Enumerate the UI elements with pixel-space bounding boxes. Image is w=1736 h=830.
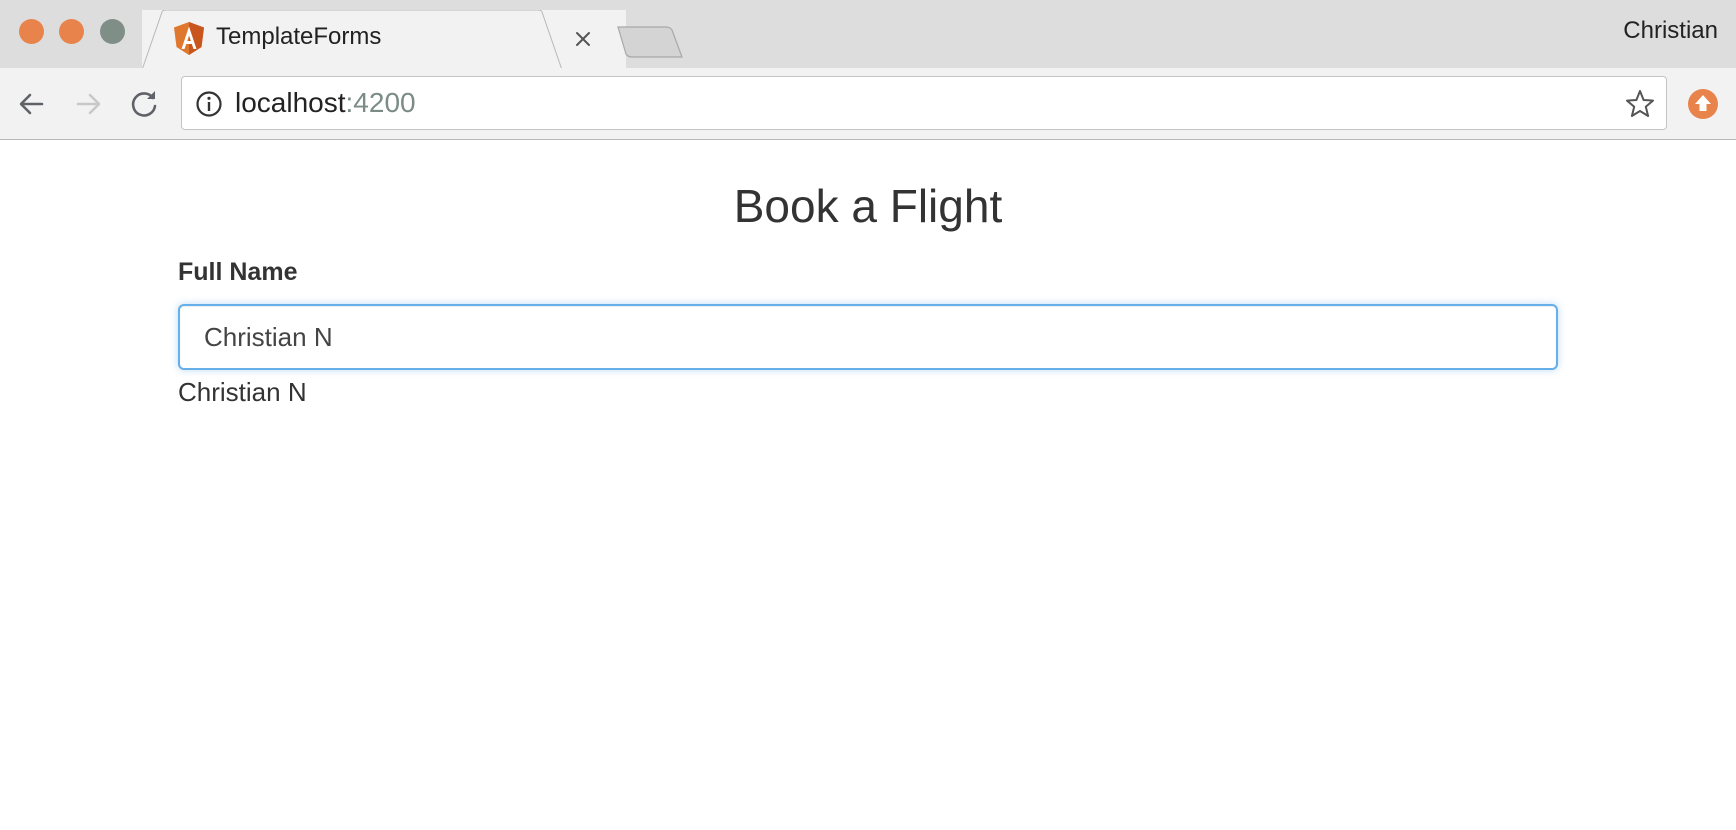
window-minimize-button[interactable] bbox=[59, 19, 84, 44]
page-title: Book a Flight bbox=[733, 180, 1003, 232]
browser-titlebar: TemplateForms Christian bbox=[0, 0, 1736, 70]
browser-tab-active[interactable]: TemplateForms bbox=[142, 10, 626, 70]
address-bar[interactable]: localhost:4200 bbox=[181, 76, 1667, 130]
tab-close-icon[interactable] bbox=[569, 25, 597, 53]
extension-update-icon[interactable] bbox=[1686, 87, 1720, 121]
back-icon[interactable] bbox=[14, 86, 50, 122]
forward-icon[interactable] bbox=[70, 86, 106, 122]
page-content: Book a Flight Full Name Christian N bbox=[0, 141, 1736, 830]
new-tab-button[interactable] bbox=[616, 25, 684, 59]
tab-title: TemplateForms bbox=[216, 23, 382, 50]
url-host: localhost bbox=[235, 87, 346, 118]
window-close-button[interactable] bbox=[19, 19, 44, 44]
full-name-input[interactable] bbox=[178, 304, 1558, 370]
url-text[interactable]: localhost:4200 bbox=[235, 87, 416, 119]
profile-name[interactable]: Christian bbox=[1623, 17, 1718, 45]
full-name-echo: Christian N bbox=[178, 377, 307, 407]
reload-icon[interactable] bbox=[126, 86, 162, 122]
info-icon[interactable] bbox=[194, 89, 224, 119]
tab-shape bbox=[142, 10, 563, 70]
browser-toolbar: localhost:4200 bbox=[0, 68, 1736, 140]
url-port: :4200 bbox=[345, 87, 416, 118]
full-name-label: Full Name bbox=[178, 258, 298, 286]
star-icon[interactable] bbox=[1624, 88, 1656, 120]
angular-icon bbox=[174, 22, 204, 55]
window-maximize-button[interactable] bbox=[100, 19, 125, 44]
